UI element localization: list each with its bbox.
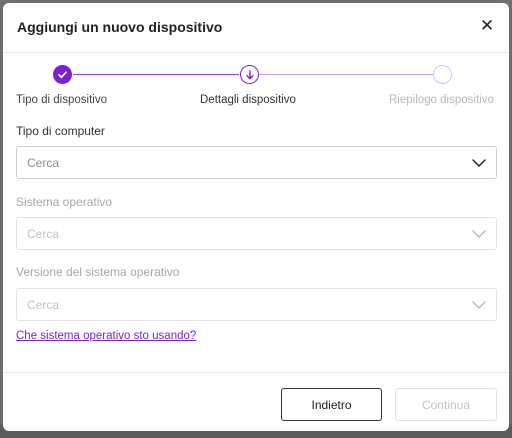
step-label-device-summary: Riepilogo dispositivo (389, 94, 494, 106)
step-label-device-details: Dettagli dispositivo (200, 94, 296, 106)
stepper-connector (73, 74, 239, 75)
progress-stepper: Tipo di dispositivo Dettagli dispositivo… (3, 65, 509, 115)
step-current-arrow-down-icon (240, 65, 259, 84)
computer-type-select[interactable]: Cerca (16, 146, 497, 179)
os-placeholder: Cerca (27, 227, 60, 241)
back-button[interactable]: Indietro (281, 388, 382, 421)
computer-type-placeholder: Cerca (27, 156, 60, 170)
step-completed-check-icon (53, 65, 72, 84)
os-version-label: Versione del sistema operativo (16, 265, 180, 279)
stepper-connector (259, 74, 433, 75)
close-button[interactable]: ✕ (477, 16, 497, 36)
step-upcoming-icon (433, 65, 452, 84)
dialog-footer: Indietro Continua (3, 372, 509, 431)
os-select[interactable]: Cerca (16, 217, 497, 250)
step-label-device-type: Tipo di dispositivo (16, 94, 107, 106)
dialog-header: Aggiungi un nuovo dispositivo ✕ (3, 3, 509, 53)
computer-type-label: Tipo di computer (16, 124, 105, 138)
continue-button[interactable]: Continua (395, 388, 497, 421)
which-os-help-link[interactable]: Che sistema operativo sto usando? (16, 330, 196, 342)
os-version-placeholder: Cerca (27, 298, 60, 312)
chevron-down-icon (472, 159, 486, 167)
os-version-select[interactable]: Cerca (16, 288, 497, 321)
dialog-title: Aggiungi un nuovo dispositivo (17, 19, 223, 35)
add-device-dialog: Aggiungi un nuovo dispositivo ✕ Tipo di … (3, 3, 509, 431)
chevron-down-icon (472, 301, 486, 309)
os-label: Sistema operativo (16, 195, 113, 209)
chevron-down-icon (472, 230, 486, 238)
